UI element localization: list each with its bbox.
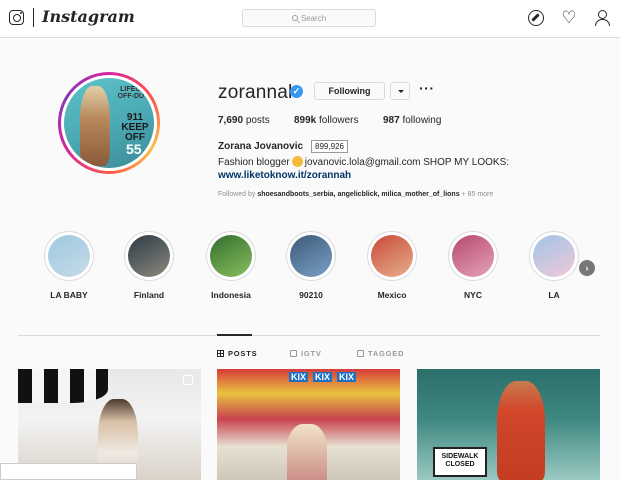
highlight-cover [124, 231, 174, 281]
highlight-item[interactable]: Finland [123, 231, 175, 300]
avatar-sign-text: 55 [126, 141, 142, 157]
highlight-image [290, 235, 332, 277]
top-nav: Instagram Search ♡ [0, 0, 620, 38]
sidewalk-sign: SIDEWALK CLOSED [433, 447, 487, 477]
avatar-image: LIFEGU OFF-DUT 911 KEEP OFF 55 [64, 78, 154, 168]
posts-count: 7,690 posts [218, 115, 270, 126]
highlight-label: NYC [464, 290, 482, 300]
chevron-down-icon[interactable] [390, 82, 410, 100]
highlight-label: 90210 [299, 290, 323, 300]
highlight-label: Mexico [377, 290, 407, 300]
instagram-wordmark[interactable]: Instagram [42, 7, 135, 26]
highlight-image [210, 235, 252, 277]
emoji-icon [291, 156, 303, 167]
highlight-item[interactable]: Mexico [366, 231, 418, 300]
highlight-label: LA [548, 290, 560, 300]
tag-icon [357, 350, 364, 357]
tab-igtv[interactable]: IGTV [290, 349, 322, 358]
logo-separator [33, 8, 34, 27]
highlight-label: Finland [133, 290, 165, 300]
highlight-image [48, 235, 90, 277]
tab-posts[interactable]: POSTS [217, 349, 257, 358]
highlight-image [371, 235, 413, 277]
search-icon [291, 15, 298, 21]
search-placeholder: Search [300, 13, 327, 23]
highlight-item[interactable]: NYC [447, 231, 499, 300]
heart-icon[interactable]: ♡ [561, 9, 577, 26]
highlight-item[interactable]: LA BABY [43, 231, 95, 300]
highlight-item[interactable]: 90210 [285, 231, 337, 300]
followed-by[interactable]: Followed by shoesandboots_serbia, angeli… [218, 191, 493, 198]
highlight-label: LA BABY [50, 290, 88, 300]
multiple-photos-icon [183, 375, 193, 385]
active-tab-indicator [217, 334, 252, 336]
instagram-camera-icon[interactable] [9, 10, 24, 25]
avatar-sign-text: 911 KEEP OFF [121, 112, 149, 143]
avatar-sign-text: LIFEGU OFF-DUT [117, 86, 149, 100]
highlight-cover [448, 231, 498, 281]
highlight-item[interactable]: Indonesia [205, 231, 257, 300]
following-button[interactable]: Following [314, 82, 385, 100]
tab-tagged[interactable]: TAGGED [357, 349, 404, 358]
grid-icon [217, 350, 224, 357]
chevron-right-icon[interactable]: › [579, 260, 595, 276]
horizontal-scrollbar[interactable] [0, 463, 137, 480]
highlight-image [452, 235, 494, 277]
following-link[interactable]: 987 following [383, 115, 441, 126]
verified-badge-icon: ✓ [290, 85, 303, 98]
profile-username: zorannah [218, 82, 299, 103]
profile-bio: Fashion blogger jovanovic.lola@gmail.com … [218, 156, 510, 168]
profile-website-link[interactable]: www.liketoknow.it/zorannah [218, 170, 351, 181]
highlight-cover [529, 231, 579, 281]
compass-icon[interactable] [528, 10, 544, 26]
person-icon[interactable] [594, 10, 610, 26]
search-input[interactable]: Search [242, 9, 376, 27]
post-thumbnail[interactable]: KIX KIX KIX [217, 369, 400, 480]
highlight-cover [206, 231, 256, 281]
highlight-item[interactable]: LA [528, 231, 580, 300]
followers-link[interactable]: 899k followers [294, 115, 359, 126]
highlight-cover [286, 231, 336, 281]
highlight-cover [367, 231, 417, 281]
post-thumbnail[interactable]: SIDEWALK CLOSED [417, 369, 600, 480]
followers-tooltip: 899,926 [311, 140, 348, 153]
more-options-icon[interactable]: ··· [419, 80, 435, 96]
profile-full-name: Zorana Jovanovic [218, 141, 304, 152]
tv-icon [290, 350, 297, 357]
highlight-cover [44, 231, 94, 281]
highlight-label: Indonesia [211, 290, 251, 300]
avatar[interactable]: LIFEGU OFF-DUT 911 KEEP OFF 55 [58, 72, 160, 174]
highlight-image [128, 235, 170, 277]
highlight-image [533, 235, 575, 277]
tabs-divider [18, 335, 600, 336]
